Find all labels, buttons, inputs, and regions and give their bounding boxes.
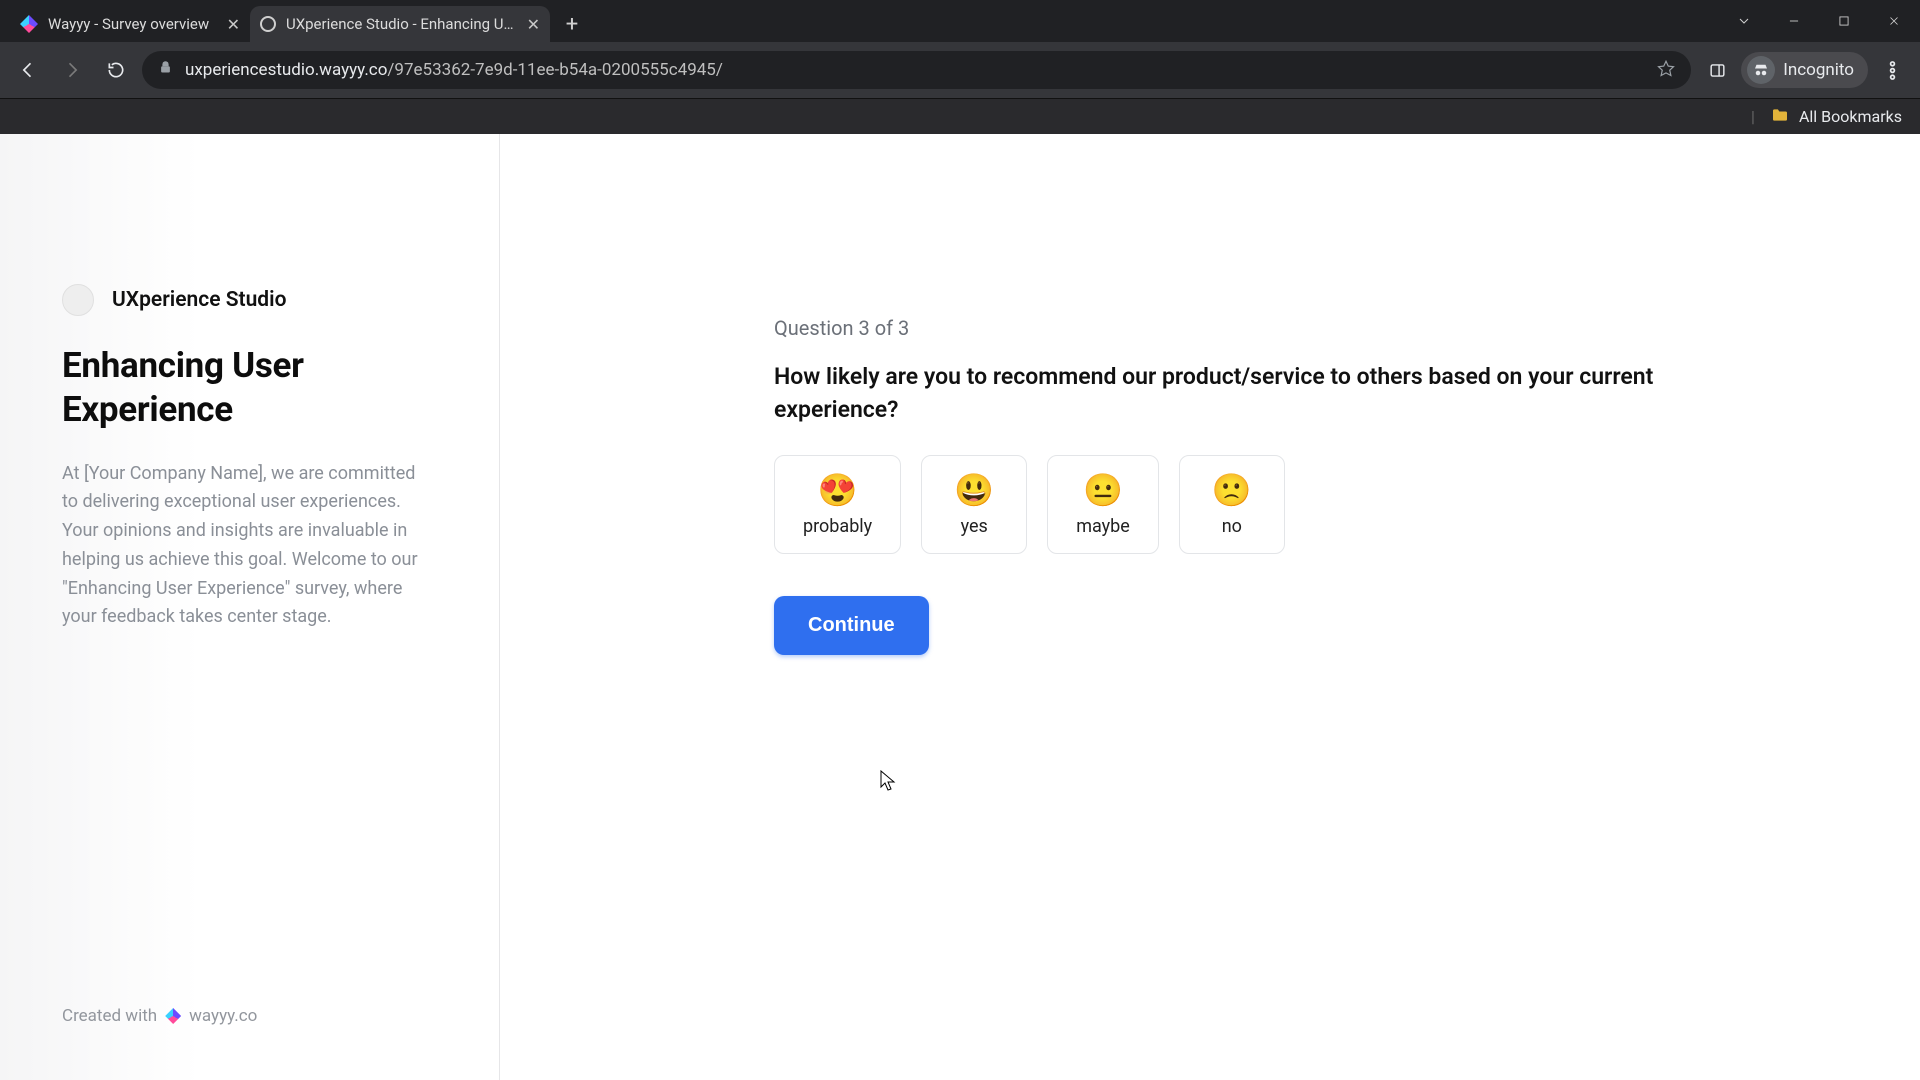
reload-button[interactable] bbox=[98, 52, 134, 88]
all-bookmarks-button[interactable]: All Bookmarks bbox=[1799, 107, 1902, 126]
frown-emoji-icon: 🙁 bbox=[1212, 474, 1252, 506]
incognito-icon bbox=[1747, 56, 1775, 84]
option-no[interactable]: 🙁 no bbox=[1179, 455, 1285, 554]
close-icon[interactable]: ✕ bbox=[227, 15, 240, 34]
bookmark-star-icon[interactable] bbox=[1657, 59, 1675, 82]
studio-name: UXperience Studio bbox=[112, 288, 286, 312]
incognito-label: Incognito bbox=[1783, 60, 1854, 80]
tab-strip: Wayyy - Survey overview ✕ UXperience Stu… bbox=[0, 0, 1920, 42]
studio-logo-icon bbox=[62, 284, 94, 316]
option-label: no bbox=[1222, 516, 1242, 537]
bookmarks-bar: | All Bookmarks bbox=[0, 98, 1920, 134]
wayyy-icon bbox=[20, 15, 38, 33]
tab-2-title: UXperience Studio - Enhancing User Exper… bbox=[286, 15, 517, 33]
tab-1[interactable]: Wayyy - Survey overview ✕ bbox=[10, 6, 250, 42]
url-text: uxperiencestudio.wayyy.co/97e53362-7e9d-… bbox=[185, 60, 1645, 80]
tab-1-title: Wayyy - Survey overview bbox=[48, 15, 217, 33]
survey-sidebar: UXperience Studio Enhancing User Experie… bbox=[0, 134, 500, 1080]
close-window-button[interactable] bbox=[1872, 4, 1916, 38]
credit-line: Created with wayyy.co bbox=[62, 1006, 440, 1040]
folder-icon bbox=[1771, 107, 1789, 126]
bookmarks-separator: | bbox=[1751, 107, 1755, 126]
credit-prefix: Created with bbox=[62, 1006, 157, 1026]
question-panel: Question 3 of 3 How likely are you to re… bbox=[500, 134, 1920, 1080]
option-yes[interactable]: 😃 yes bbox=[921, 455, 1027, 554]
credit-brand-link[interactable]: wayyy.co bbox=[189, 1006, 257, 1026]
studio-icon bbox=[260, 16, 276, 32]
browser-chrome: Wayyy - Survey overview ✕ UXperience Stu… bbox=[0, 0, 1920, 134]
question-counter: Question 3 of 3 bbox=[774, 316, 1760, 340]
new-tab-button[interactable]: + bbox=[556, 8, 588, 40]
survey-title: Enhancing User Experience bbox=[62, 344, 440, 432]
maximize-button[interactable] bbox=[1822, 4, 1866, 38]
page-content: UXperience Studio Enhancing User Experie… bbox=[0, 134, 1920, 1080]
window-controls bbox=[1722, 0, 1916, 42]
back-button[interactable] bbox=[10, 52, 46, 88]
url-path: /97e53362-7e9d-11ee-b54a-0200555c4945/ bbox=[387, 60, 722, 80]
wayyy-icon bbox=[165, 1008, 181, 1024]
continue-button[interactable]: Continue bbox=[774, 596, 929, 655]
neutral-emoji-icon: 😐 bbox=[1083, 474, 1123, 506]
option-label: probably bbox=[803, 516, 872, 537]
survey-description: At [Your Company Name], we are committed… bbox=[62, 460, 432, 633]
forward-button[interactable] bbox=[54, 52, 90, 88]
question-text: How likely are you to recommend our prod… bbox=[774, 360, 1654, 427]
heart-eyes-emoji-icon: 😍 bbox=[818, 474, 858, 506]
answer-options: 😍 probably 😃 yes 😐 maybe 🙁 no bbox=[774, 455, 1760, 554]
studio-row: UXperience Studio bbox=[62, 284, 440, 316]
option-probably[interactable]: 😍 probably bbox=[774, 455, 901, 554]
option-label: maybe bbox=[1076, 516, 1130, 537]
option-label: yes bbox=[961, 516, 988, 537]
tab-search-button[interactable] bbox=[1722, 4, 1766, 38]
tab-2[interactable]: UXperience Studio - Enhancing User Exper… bbox=[250, 6, 550, 42]
incognito-chip[interactable]: Incognito bbox=[1741, 52, 1868, 88]
browser-menu-button[interactable] bbox=[1874, 52, 1910, 88]
url-host: uxperiencestudio.wayyy.co bbox=[185, 60, 387, 80]
toolbar-right: Incognito bbox=[1699, 52, 1910, 88]
side-panel-button[interactable] bbox=[1699, 52, 1735, 88]
close-icon[interactable]: ✕ bbox=[527, 15, 540, 34]
toolbar: uxperiencestudio.wayyy.co/97e53362-7e9d-… bbox=[0, 42, 1920, 98]
minimize-button[interactable] bbox=[1772, 4, 1816, 38]
address-bar[interactable]: uxperiencestudio.wayyy.co/97e53362-7e9d-… bbox=[142, 51, 1691, 89]
grin-emoji-icon: 😃 bbox=[954, 474, 994, 506]
lock-icon bbox=[158, 60, 173, 80]
option-maybe[interactable]: 😐 maybe bbox=[1047, 455, 1159, 554]
